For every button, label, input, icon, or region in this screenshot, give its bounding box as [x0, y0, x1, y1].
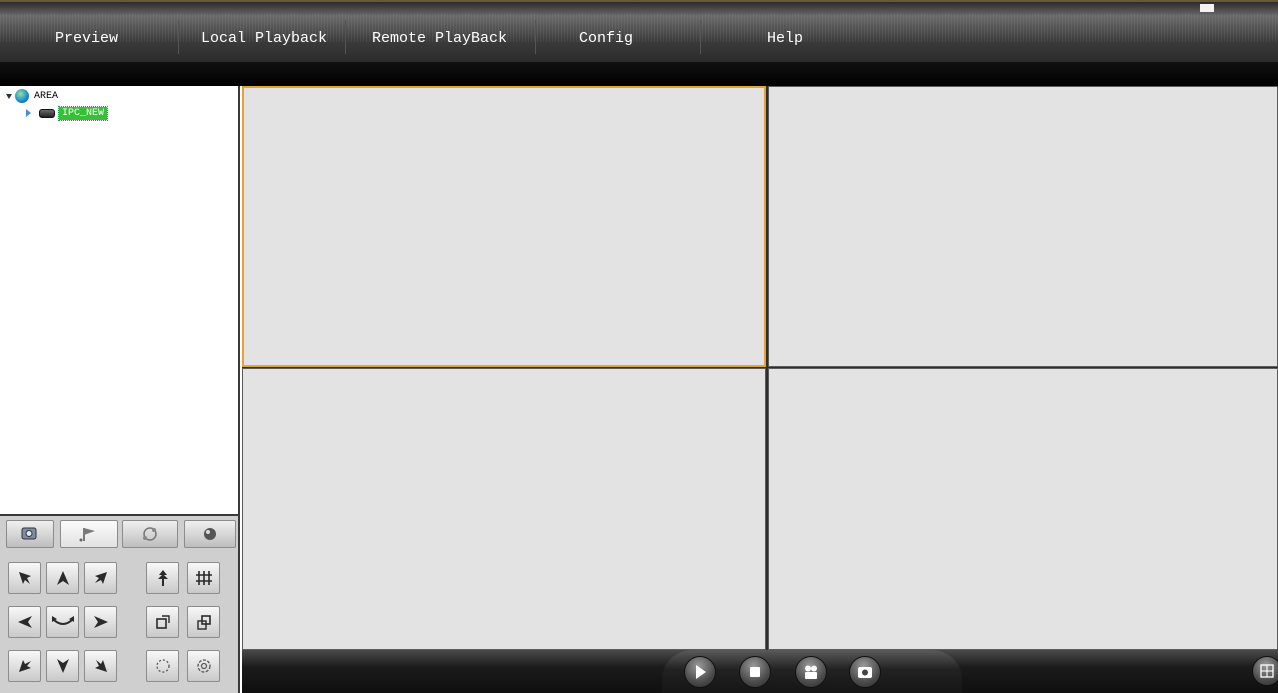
- stop-button[interactable]: [739, 656, 771, 688]
- track-tab[interactable]: [184, 520, 236, 548]
- tree-node-ipc[interactable]: IPC_NEW: [26, 105, 109, 121]
- tree-node-ipc-label: IPC_NEW: [57, 105, 109, 121]
- zoom-in-button[interactable]: [146, 562, 179, 594]
- focus-far-icon: [196, 615, 211, 630]
- stop-icon: [750, 667, 760, 677]
- layout-button[interactable]: [1252, 656, 1278, 686]
- video-cell-3[interactable]: [242, 368, 766, 650]
- menu-remote-playback[interactable]: Remote PlayBack: [372, 30, 507, 47]
- iris-open-button[interactable]: [187, 650, 220, 682]
- preset-flag-tab-icon: [79, 528, 95, 542]
- top-menu-bar: Preview Local Playback Remote PlayBack C…: [0, 0, 1278, 62]
- arrow-down-left-icon: [18, 660, 31, 672]
- menu-help[interactable]: Help: [767, 30, 803, 47]
- tree-node-area-label: AREA: [34, 90, 59, 102]
- ptz-up-right-button[interactable]: [84, 562, 117, 594]
- menu-divider: [700, 20, 701, 54]
- auto-scan-icon: [51, 616, 74, 625]
- zoom-wide-icon: [195, 571, 212, 585]
- cruise-tab-icon: [143, 527, 157, 541]
- video-preview-grid: [242, 86, 1278, 650]
- menu-divider: [345, 20, 346, 54]
- toolbar-strip: [0, 62, 1278, 86]
- zoom-out-button[interactable]: [187, 562, 220, 594]
- ptz-control-panel: [0, 514, 240, 693]
- record-icon: [805, 665, 817, 679]
- camera-device-icon: [39, 108, 55, 118]
- ptz-up-button[interactable]: [46, 562, 79, 594]
- ptz-right-button[interactable]: [84, 606, 117, 638]
- video-cell-2[interactable]: [768, 86, 1278, 367]
- zoom-tele-icon: [157, 570, 168, 586]
- video-cell-4[interactable]: [768, 368, 1278, 650]
- iris-open-icon: [196, 659, 211, 673]
- ptz-control-tab[interactable]: [6, 520, 54, 548]
- tree-node-area[interactable]: AREA: [6, 89, 58, 103]
- track-tab-icon: [204, 528, 216, 540]
- expand-arrow-icon[interactable]: [6, 93, 12, 99]
- device-tree: AREA IPC_NEW: [0, 86, 240, 514]
- arrow-up-right-icon: [94, 572, 107, 584]
- ptz-left-button[interactable]: [8, 606, 41, 638]
- globe-icon: [15, 89, 29, 103]
- menu-preview[interactable]: Preview: [55, 30, 118, 47]
- iris-close-button[interactable]: [146, 650, 179, 682]
- ptz-down-button[interactable]: [46, 650, 79, 682]
- layout-icon: [1260, 664, 1274, 678]
- play-icon: [696, 665, 706, 679]
- menu-divider: [178, 20, 179, 54]
- play-button[interactable]: [684, 656, 716, 688]
- focus-near-button[interactable]: [146, 606, 179, 638]
- arrow-up-icon: [56, 571, 69, 585]
- snapshot-button[interactable]: [849, 656, 881, 688]
- ptz-down-left-button[interactable]: [8, 650, 41, 682]
- record-button[interactable]: [795, 656, 827, 688]
- cruise-tab[interactable]: [122, 520, 178, 548]
- focus-far-button[interactable]: [187, 606, 220, 638]
- playback-control-bar: [242, 650, 1278, 693]
- menu-local-playback[interactable]: Local Playback: [201, 30, 327, 47]
- menu-config[interactable]: Config: [579, 30, 633, 47]
- arrow-down-icon: [56, 659, 69, 673]
- arrow-down-right-icon: [94, 660, 107, 672]
- arrow-up-left-icon: [18, 572, 31, 584]
- window-minimize-icon[interactable]: [1200, 4, 1214, 12]
- collapse-arrow-icon[interactable]: [26, 109, 31, 117]
- focus-near-icon: [155, 615, 170, 629]
- iris-close-icon: [155, 659, 170, 673]
- arrow-right-icon: [93, 616, 108, 628]
- arrow-left-icon: [17, 616, 32, 628]
- ptz-control-tab-icon: [21, 527, 37, 540]
- ptz-auto-button[interactable]: [46, 606, 79, 638]
- preset-tab[interactable]: [60, 520, 118, 548]
- ptz-up-left-button[interactable]: [8, 562, 41, 594]
- snapshot-icon: [858, 667, 872, 678]
- video-cell-1[interactable]: [242, 86, 766, 367]
- menu-divider: [535, 20, 536, 54]
- ptz-down-right-button[interactable]: [84, 650, 117, 682]
